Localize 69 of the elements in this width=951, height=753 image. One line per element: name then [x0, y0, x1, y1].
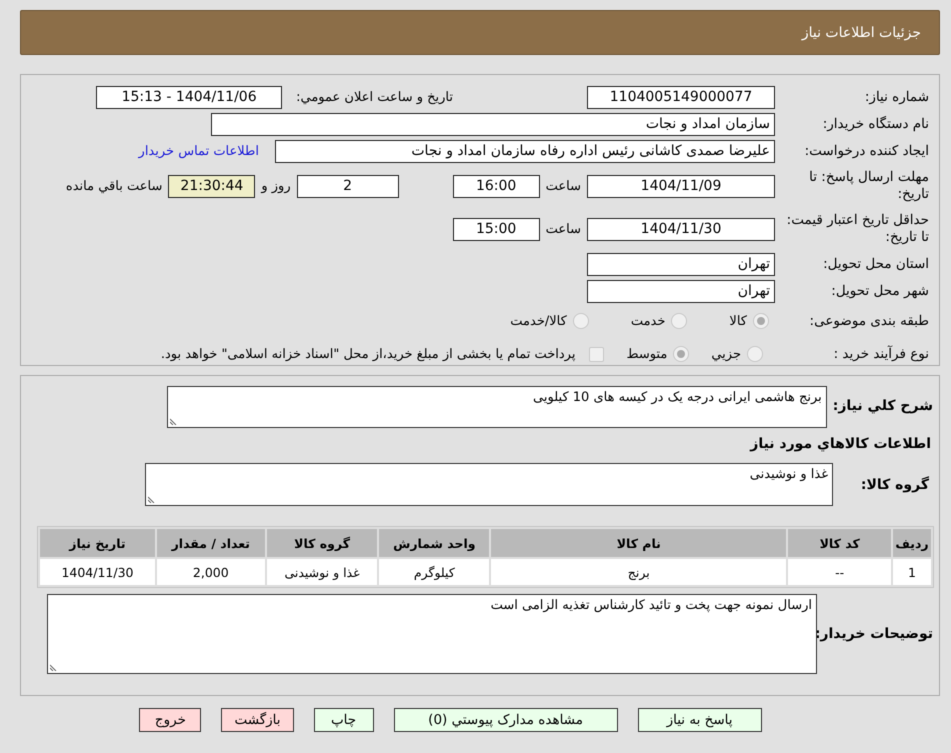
- action-button[interactable]: مشاهده مدارک پیوستي (0): [394, 708, 618, 732]
- table-cell: 2,000: [156, 559, 265, 585]
- text-field[interactable]: تهران: [587, 252, 775, 276]
- treasury-note: پرداخت تمام یا بخشی از مبلغ خرید،از محل "اسناد خزانه اسلامی" خواهد بود.: [160, 346, 576, 362]
- column-header: نام کالا: [491, 529, 786, 557]
- field-label: گروه کالا:: [860, 476, 930, 492]
- text-area[interactable]: برنج هاشمی ایرانی درجه یک در کیسه های 10 کیلویی: [166, 386, 827, 428]
- column-header: تاریخ نیاز: [40, 529, 155, 557]
- radio-label: جزيي: [711, 346, 741, 362]
- column-header: واحد شمارش: [379, 529, 490, 557]
- field-label: استان محل تحویل:: [822, 256, 929, 272]
- action-button[interactable]: بازگشت: [221, 708, 294, 732]
- section-heading: اطلاعات کالاهاي مورد نیاز: [750, 436, 931, 452]
- field-label: نام دستگاه خریدار:: [822, 116, 929, 132]
- text-field[interactable]: 1404/11/09: [587, 174, 775, 198]
- text-field[interactable]: سازمان امداد و نجات: [211, 112, 775, 136]
- time-label: ساعت: [546, 222, 581, 236]
- text-field[interactable]: 15:00: [452, 218, 540, 240]
- buyer-contact-link[interactable]: اطلاعات تماس خریدار: [138, 144, 259, 158]
- column-header: گروه کالا: [266, 529, 378, 557]
- resize-grip-icon[interactable]: [170, 418, 177, 425]
- text-field[interactable]: 2: [296, 174, 399, 198]
- radio-label: کالا: [729, 314, 747, 328]
- remaining-label: ساعت باقي مانده: [66, 178, 162, 194]
- radio-button[interactable]: [671, 313, 688, 329]
- text-field[interactable]: تهران: [587, 280, 775, 302]
- table-cell: کیلوگرم: [379, 559, 490, 585]
- countdown-field[interactable]: 21:30:44: [168, 174, 256, 198]
- checkbox[interactable]: [589, 346, 604, 362]
- resize-grip-icon[interactable]: [148, 496, 155, 503]
- field-label: شماره نیاز:: [864, 88, 929, 106]
- field-label: شهر محل تحویل:: [830, 282, 929, 300]
- text-field[interactable]: علیرضا صمدی کاشانی رئیس اداره رفاه سازمان امداد و نجات: [275, 140, 775, 162]
- table-cell: 1: [893, 559, 931, 585]
- radio-button[interactable]: [753, 313, 769, 329]
- table-cell: 1404/11/30: [40, 559, 155, 585]
- column-header: تعداد / مقدار: [156, 529, 265, 557]
- radio-label: متوسط: [626, 346, 668, 362]
- action-button[interactable]: خروج: [139, 708, 202, 732]
- field-label: ایجاد کننده درخواست:: [804, 142, 929, 160]
- radio-button[interactable]: [673, 346, 690, 362]
- action-button[interactable]: چاپ: [314, 708, 374, 732]
- column-header: ردیف: [893, 529, 931, 557]
- table-cell: غذا و نوشیدنی: [266, 559, 378, 585]
- radio-label: کالا/خدمت: [510, 314, 567, 328]
- radio-button[interactable]: [572, 313, 589, 329]
- column-header: کد کالا: [788, 529, 892, 557]
- table-cell: --: [788, 559, 892, 585]
- days-label: روز و: [261, 178, 291, 194]
- field-label: مهلت ارسال پاسخ: تا تاریخ:: [808, 169, 929, 203]
- field-label: نوع فرآیند خرید :: [832, 346, 929, 362]
- radio-button[interactable]: [747, 346, 763, 362]
- field-label: توضیحات خریدار:: [817, 626, 933, 642]
- field-label: شرح کلي نیاز:: [832, 398, 933, 414]
- text-area[interactable]: ارسال نمونه جهت پخت و تائید کارشناس تغذیه الزامی است: [47, 594, 817, 674]
- text-field[interactable]: 16:00: [452, 174, 540, 198]
- text-field[interactable]: 1104005149000077: [587, 86, 775, 108]
- action-button[interactable]: پاسخ به نیاز: [638, 708, 762, 732]
- text-field[interactable]: 1404/11/06 - 15:13: [96, 86, 282, 108]
- field-label: تاریخ و ساعت اعلان عمومي:: [296, 90, 453, 104]
- radio-label: خدمت: [630, 314, 666, 328]
- table-cell: برنج: [491, 559, 786, 585]
- field-label: حداقل تاریخ اعتبار قیمت: تا تاریخ:: [786, 212, 929, 246]
- text-field[interactable]: 1404/11/30: [587, 218, 775, 240]
- time-label: ساعت: [546, 178, 581, 194]
- text-area[interactable]: غذا و نوشیدنی: [145, 463, 833, 506]
- resize-grip-icon[interactable]: [50, 664, 57, 671]
- page-title: جزئیات اطلاعات نیاز: [802, 24, 921, 40]
- field-label: طبقه بندی موضوعی:: [808, 312, 929, 330]
